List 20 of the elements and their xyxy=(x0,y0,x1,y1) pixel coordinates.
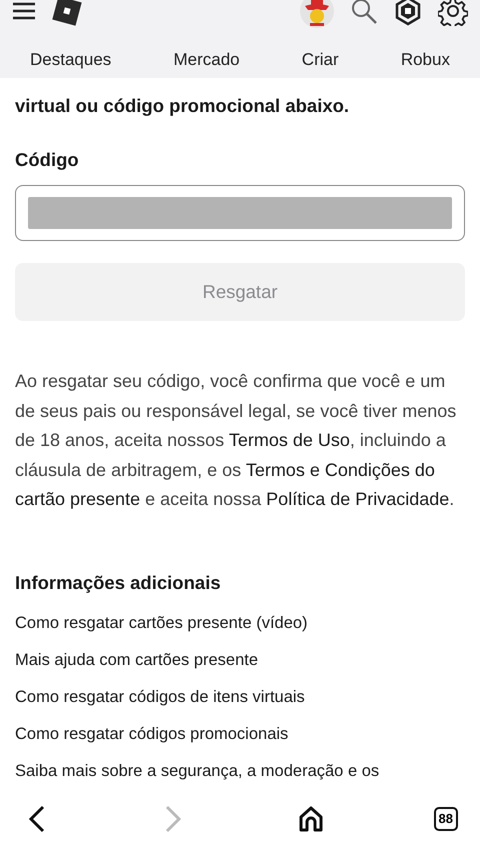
help-link[interactable]: Saiba mais sobre a segurança, a moderação e os xyxy=(15,760,465,782)
section-title: Informações adicionais xyxy=(15,572,222,594)
nav-tab[interactable]: Destaques xyxy=(30,50,112,70)
help-link[interactable]: Como resgatar códigos de itens virtuais xyxy=(15,686,465,708)
search-icon[interactable] xyxy=(350,0,378,25)
avatar-icon[interactable] xyxy=(300,0,334,28)
hexagon-icon[interactable] xyxy=(394,0,422,26)
tab-count-button[interactable]: 88 xyxy=(434,807,458,831)
intro-text: virtual ou código promocional abaixo. xyxy=(15,94,350,118)
nav-tab[interactable]: Robux xyxy=(400,50,450,70)
nav-tab[interactable]: Mercado xyxy=(173,50,240,70)
help-link[interactable]: Mais ajuda com cartões presente xyxy=(15,648,465,670)
settings-icon[interactable] xyxy=(438,0,468,26)
help-link[interactable]: Como resgatar cartões presente (vídeo) xyxy=(15,612,465,634)
field-label: Código xyxy=(15,149,80,171)
code-input[interactable] xyxy=(15,185,465,241)
nav-tab[interactable]: Criar xyxy=(302,50,339,70)
menu-icon[interactable] xyxy=(12,1,36,21)
legal-text: Ao resgatar seu código, você confirma que você e um de seus pais ou responsável legal, se você tiver menos de 18 anos, aceita nossos Termos de Uso, incluindo a cláusula de arbitragem, e os Termos e Condições do cartão presente e aceita nossa Política de Privacidade. xyxy=(15,370,458,511)
help-link[interactable]: Como resgatar códigos promocionais xyxy=(15,722,465,744)
